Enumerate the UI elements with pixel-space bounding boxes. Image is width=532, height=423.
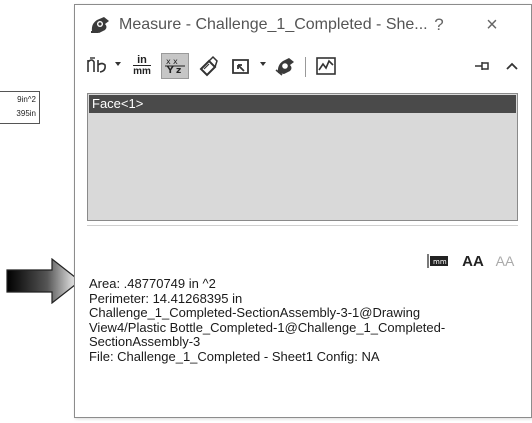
reference-path-line-1: Challenge_1_Completed-SectionAssembly-3-… — [89, 305, 421, 321]
help-button[interactable]: ? — [429, 13, 449, 37]
decrease-font-icon: AA — [495, 253, 515, 269]
decrease-font-button[interactable]: AA — [494, 250, 516, 272]
callout-area-text: 9in^2 — [17, 95, 36, 104]
svg-text:z: z — [176, 66, 181, 76]
arc-options-dropdown[interactable] — [115, 62, 121, 66]
pointer-arrow-icon — [6, 258, 81, 304]
reference-path-line-3: SectionAssembly-3 — [89, 334, 201, 350]
collapse-button[interactable] — [503, 53, 521, 79]
measurement-history-button[interactable] — [272, 53, 298, 79]
perimeter-result: Perimeter: 14.41268395 in — [89, 290, 243, 306]
reference-path-line-2: View4/Plastic Bottle_Completed-1@Challen… — [89, 319, 446, 335]
background-callout: 9in^2 395in — [0, 91, 40, 124]
sensor-icon — [316, 57, 336, 75]
svg-text:x: x — [166, 57, 171, 66]
projection-icon — [232, 59, 249, 74]
projection-button[interactable] — [228, 53, 254, 79]
selection-list[interactable]: Face<1> — [87, 93, 518, 221]
pin-button[interactable] — [472, 53, 492, 79]
area-result: Area: .48770749 in ^2 — [89, 276, 216, 291]
measurement-results: Area: .48770749 in ^2 Perimeter: 14.4126… — [89, 276, 519, 365]
svg-text:mm: mm — [433, 258, 447, 266]
units-precision-icon: in mm — [133, 54, 151, 77]
arc-circle-measurement-button[interactable] — [85, 53, 109, 79]
create-sensor-button[interactable] — [313, 53, 339, 79]
measurement-history-icon — [275, 58, 294, 76]
increase-font-button[interactable]: AA — [461, 250, 485, 272]
title-bar[interactable]: Measure - Challenge_1_Completed - She...… — [75, 5, 531, 45]
show-xyz-measurements-icon: x x Y z — [165, 57, 185, 76]
point-to-point-button[interactable] — [195, 53, 221, 79]
measure-toolbar: in mm x x Y z — [75, 49, 531, 83]
window-title: Measure - Challenge_1_Completed - She... — [119, 16, 428, 33]
measure-window: Measure - Challenge_1_Completed - She...… — [74, 4, 532, 418]
file-info: File: Challenge_1_Completed - Sheet1 Con… — [89, 348, 380, 364]
projection-options-dropdown[interactable] — [260, 62, 266, 66]
scale-button[interactable]: mm — [427, 250, 451, 272]
show-xyz-measurements-button[interactable]: x x Y z — [161, 53, 189, 79]
collapse-icon — [506, 62, 518, 70]
arc-circle-measurement-icon — [87, 57, 106, 73]
close-button[interactable]: × — [480, 13, 504, 37]
point-to-point-icon — [199, 55, 218, 77]
toolbar-separator — [305, 57, 306, 77]
svg-text:x: x — [173, 57, 178, 66]
measure-tool-icon — [91, 17, 109, 33]
increase-font-icon: AA — [462, 252, 484, 270]
panel-divider — [87, 225, 518, 226]
callout-perimeter-text: 395in — [16, 109, 36, 118]
scale-ruler-icon: mm — [427, 254, 448, 268]
selected-entity[interactable]: Face<1> — [89, 95, 516, 113]
pin-icon — [475, 62, 489, 70]
units-precision-button[interactable]: in mm — [129, 53, 155, 79]
svg-text:Y: Y — [166, 66, 174, 76]
